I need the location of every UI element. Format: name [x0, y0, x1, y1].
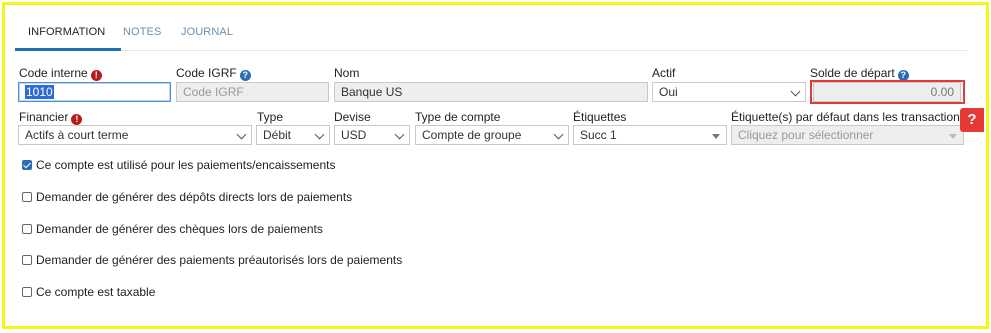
- solde-label: Solde de départ?: [810, 66, 909, 81]
- info-icon[interactable]: ?: [239, 70, 251, 81]
- checkbox-label: Ce compte est taxable: [36, 285, 156, 299]
- chevron-down-icon: [394, 129, 405, 140]
- financier-select[interactable]: Actifs à court terme: [18, 125, 252, 145]
- type-label: Type: [257, 110, 284, 124]
- actif-select[interactable]: Oui: [652, 82, 806, 102]
- code-interne-input[interactable]: 1010: [18, 82, 171, 102]
- tab-bar: INFORMATION NOTES JOURNAL: [14, 20, 967, 51]
- error-icon: !: [90, 70, 102, 81]
- tab-information[interactable]: INFORMATION: [28, 26, 105, 38]
- tab-notes[interactable]: NOTES: [123, 26, 161, 38]
- checkbox-unchecked-icon[interactable]: [22, 287, 32, 297]
- nom-label: Nom: [334, 66, 360, 80]
- checkbox-unchecked-icon[interactable]: [22, 224, 32, 234]
- error-icon: !: [71, 114, 83, 125]
- financier-label: Financier!: [19, 110, 83, 125]
- active-tab-indicator: [15, 48, 121, 51]
- type-compte-label: Type de compte: [415, 110, 501, 124]
- chevron-down-icon: [314, 129, 325, 140]
- checkbox-label: Demander de générer des dépôts directs l…: [36, 190, 353, 204]
- code-igrf-input[interactable]: Code IGRF: [176, 82, 329, 102]
- checkbox-label: Demander de générer des paiements préaut…: [36, 253, 403, 267]
- tab-journal[interactable]: JOURNAL: [181, 26, 233, 38]
- etiquettes-defaut-label: Étiquette(s) par défaut dans les transac…: [731, 110, 966, 124]
- devise-label: Devise: [334, 110, 371, 124]
- chevron-down-icon: [553, 129, 564, 140]
- help-button[interactable]: ?: [960, 108, 984, 132]
- etiquettes-defaut-select[interactable]: Cliquez pour sélectionner: [731, 125, 964, 145]
- etiquettes-select[interactable]: Succ 1: [573, 125, 727, 145]
- checkbox-unchecked-icon[interactable]: [22, 255, 32, 265]
- checkbox-unchecked-icon[interactable]: [22, 192, 32, 202]
- type-select[interactable]: Débit: [256, 125, 330, 145]
- chevron-down-icon: [790, 86, 801, 97]
- nom-input[interactable]: Banque US: [334, 82, 648, 102]
- code-igrf-label: Code IGRF?: [176, 66, 251, 81]
- solde-input[interactable]: 0.00: [813, 82, 961, 102]
- caret-down-icon: [949, 134, 957, 139]
- code-interne-label: Code interne!: [19, 66, 102, 81]
- checkbox-cheques[interactable]: Demander de générer des chèques lors de …: [22, 222, 323, 236]
- caret-down-icon: [712, 134, 720, 139]
- checkbox-label: Ce compte est utilisé pour les paiements…: [36, 158, 336, 172]
- actif-label: Actif: [652, 66, 676, 80]
- checkbox-depots-directs[interactable]: Demander de générer des dépôts directs l…: [22, 190, 352, 204]
- chevron-down-icon: [236, 129, 247, 140]
- checkbox-paiements[interactable]: Ce compte est utilisé pour les paiements…: [22, 158, 335, 172]
- checkbox-label: Demander de générer des chèques lors de …: [36, 222, 323, 236]
- etiquettes-label: Étiquettes: [573, 110, 627, 124]
- checkbox-checked-icon[interactable]: [22, 160, 32, 170]
- devise-select[interactable]: USD: [334, 125, 410, 145]
- checkbox-taxable[interactable]: Ce compte est taxable: [22, 285, 155, 299]
- type-compte-select[interactable]: Compte de groupe: [415, 125, 569, 145]
- checkbox-preautorises[interactable]: Demander de générer des paiements préaut…: [22, 253, 402, 267]
